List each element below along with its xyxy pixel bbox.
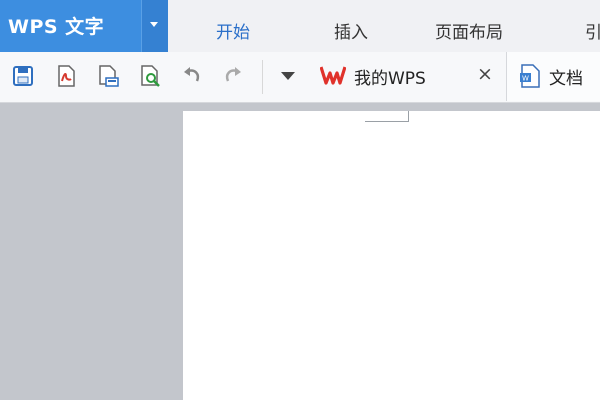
doc-tab-label: 文档 bbox=[549, 69, 583, 89]
undo-icon bbox=[184, 67, 200, 82]
doc-tab-document[interactable]: W 文档 bbox=[506, 52, 600, 101]
tab-page-layout[interactable]: 页面布局 bbox=[435, 18, 503, 43]
tab-references[interactable]: 引 bbox=[585, 18, 600, 43]
doc-tab-label: 我的WPS bbox=[354, 69, 426, 89]
toolbar-separator bbox=[262, 60, 263, 94]
undo-button[interactable] bbox=[180, 64, 204, 88]
save-button[interactable] bbox=[11, 64, 35, 88]
doc-tab-my-wps[interactable]: 我的WPS × bbox=[312, 52, 506, 101]
redo-icon bbox=[225, 67, 241, 82]
menu-bar: WPS 文字 开始 插入 页面布局 引 bbox=[0, 0, 600, 52]
tab-home[interactable]: 开始 bbox=[216, 18, 250, 43]
page-margin-marker bbox=[365, 111, 409, 122]
svg-text:W: W bbox=[522, 75, 529, 83]
tab-insert[interactable]: 插入 bbox=[334, 18, 368, 43]
workspace-background bbox=[0, 103, 183, 400]
redo-button[interactable] bbox=[221, 64, 245, 88]
wps-logo-icon bbox=[320, 66, 346, 85]
print-preview-icon bbox=[141, 65, 160, 87]
app-title: WPS 文字 bbox=[8, 16, 105, 38]
more-dropdown-icon[interactable] bbox=[281, 72, 295, 80]
print-button[interactable] bbox=[96, 64, 120, 88]
save-icon bbox=[13, 66, 33, 86]
app-menu-button[interactable]: WPS 文字 bbox=[0, 0, 168, 52]
document-icon: W bbox=[520, 64, 540, 88]
close-icon[interactable]: × bbox=[477, 63, 493, 85]
print-preview-button[interactable] bbox=[138, 64, 162, 88]
caret-down-icon bbox=[150, 22, 158, 27]
export-pdf-button[interactable] bbox=[54, 64, 78, 88]
print-icon bbox=[99, 65, 119, 87]
app-menu-dropdown[interactable] bbox=[141, 0, 168, 52]
export-pdf-icon bbox=[58, 65, 75, 87]
document-page[interactable] bbox=[183, 111, 600, 400]
